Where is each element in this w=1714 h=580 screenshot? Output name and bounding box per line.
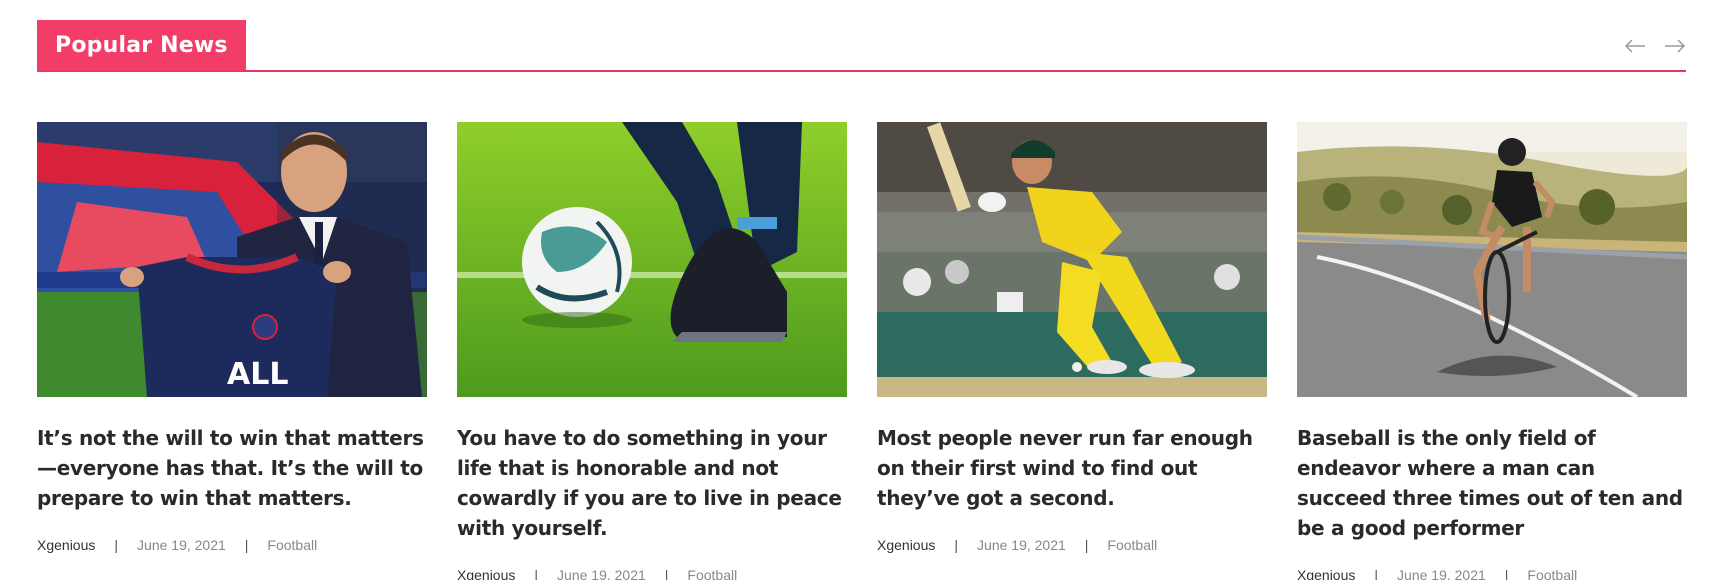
card-title[interactable]: Most people never run far enough on thei… [877, 423, 1267, 513]
card-date[interactable]: June 19, 2021 [1397, 567, 1486, 580]
meta-divider: | [954, 537, 959, 553]
card-title[interactable]: It’s not the will to win that matters—ev… [37, 423, 427, 513]
card-author[interactable]: Xgenious [37, 537, 95, 553]
card-title[interactable]: You have to do something in your life th… [457, 423, 847, 543]
card-meta: Xgenious | June 19, 2021 | Football [877, 537, 1267, 553]
carousel-nav [1624, 37, 1686, 55]
card-meta: Xgenious | June 19, 2021 | Football [457, 567, 847, 580]
card-author[interactable]: Xgenious [457, 567, 515, 580]
card-author[interactable]: Xgenious [1297, 567, 1355, 580]
card-category[interactable]: Football [1107, 537, 1157, 553]
news-card: Baseball is the only field of endeavor w… [1297, 122, 1687, 580]
meta-divider: | [114, 537, 119, 553]
news-card: You have to do something in your life th… [457, 122, 847, 580]
card-title[interactable]: Baseball is the only field of endeavor w… [1297, 423, 1687, 543]
news-card: Most people never run far enough on thei… [877, 122, 1267, 553]
card-image-cricket[interactable] [877, 122, 1267, 397]
section-title: Popular News [37, 20, 246, 71]
arrow-left-icon[interactable] [1624, 37, 1646, 55]
card-date[interactable]: June 19, 2021 [977, 537, 1066, 553]
meta-divider: | [244, 537, 249, 553]
card-date[interactable]: June 19, 2021 [557, 567, 646, 580]
meta-divider: | [664, 567, 669, 580]
meta-divider: | [1374, 567, 1379, 580]
card-author[interactable]: Xgenious [877, 537, 935, 553]
card-date[interactable]: June 19, 2021 [137, 537, 226, 553]
card-meta: Xgenious | June 19, 2021 | Football [37, 537, 427, 553]
meta-divider: | [1084, 537, 1089, 553]
card-image-cyclist[interactable] [1297, 122, 1687, 397]
svg-text:ALL: ALL [227, 357, 288, 392]
section-header: Popular News [37, 20, 1686, 72]
card-image-football[interactable] [457, 122, 847, 397]
meta-divider: | [534, 567, 539, 580]
news-card: ALL It’s not the will to win that matter… [37, 122, 427, 553]
card-meta: Xgenious | June 19, 2021 | Football [1297, 567, 1687, 580]
card-category[interactable]: Football [1527, 567, 1577, 580]
news-cards: ALL It’s not the will to win that matter… [37, 122, 1687, 580]
arrow-right-icon[interactable] [1664, 37, 1686, 55]
meta-divider: | [1504, 567, 1509, 580]
card-category[interactable]: Football [687, 567, 737, 580]
card-image-player-jersey[interactable]: ALL [37, 122, 427, 397]
card-category[interactable]: Football [267, 537, 317, 553]
